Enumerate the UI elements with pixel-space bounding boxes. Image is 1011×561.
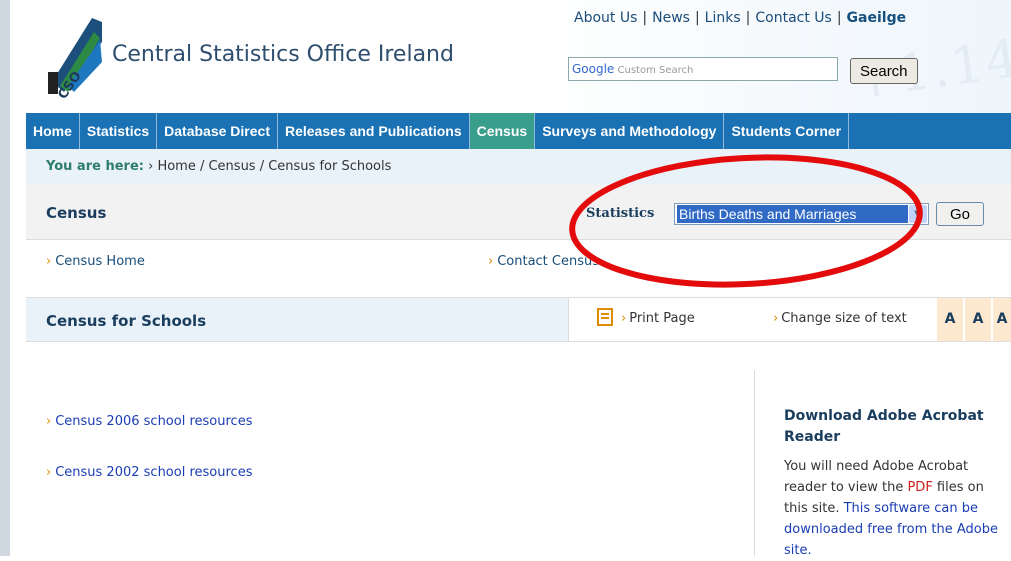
text-size-large-button[interactable]: A xyxy=(993,298,1011,341)
nav-item-census[interactable]: Census xyxy=(469,113,536,149)
breadcrumb-path[interactable]: › Home / Census / Census for Schools xyxy=(148,159,391,174)
sublinks-row: › Census Home › Contact Census xyxy=(26,240,1011,298)
print-icon[interactable] xyxy=(597,308,613,326)
top-link-news[interactable]: News xyxy=(652,10,690,26)
go-button[interactable]: Go xyxy=(936,202,984,226)
change-size-label: › Change size of text xyxy=(773,311,907,326)
google-brand-text: Google xyxy=(572,62,615,76)
nav-item-surveys-methodology[interactable]: Surveys and Methodology xyxy=(535,113,725,149)
chevron-right-icon: › xyxy=(488,254,494,269)
main-nav: Home Statistics Database Direct Releases… xyxy=(26,113,1011,149)
site-title[interactable]: Central Statistics Office Ireland xyxy=(112,42,454,67)
chevron-down-icon[interactable]: ▼ xyxy=(909,205,927,223)
content-link-label: Census 2006 school resources xyxy=(55,414,253,429)
search-placeholder: Custom Search xyxy=(617,65,694,76)
section-bar: Census Statistics Births Deaths and Marr… xyxy=(26,185,1011,240)
separator: | xyxy=(745,9,751,26)
chevron-right-icon: › xyxy=(773,311,779,326)
nav-item-statistics[interactable]: Statistics xyxy=(80,113,158,149)
cso-logo-icon[interactable]: CSO xyxy=(44,12,106,98)
print-page-area[interactable]: › Print Page xyxy=(568,298,756,341)
sublink-label: Contact Census xyxy=(497,254,600,269)
page-title: Census for Schools xyxy=(46,312,207,330)
top-links: About Us | News | Links | Contact Us | G… xyxy=(568,0,1011,35)
nav-item-home[interactable]: Home xyxy=(26,113,80,149)
breadcrumb: You are here: › Home / Census / Census f… xyxy=(26,149,1011,185)
top-link-about-us[interactable]: About Us xyxy=(574,10,637,26)
sublink-census-home[interactable]: › Census Home xyxy=(46,254,145,269)
page: +1.14 CSO Central Statistics Office Irel… xyxy=(26,0,1011,558)
search-area: Google Custom Search Search xyxy=(568,57,918,84)
separator: | xyxy=(836,9,842,26)
text-size-small-button[interactable]: A xyxy=(937,298,963,341)
nav-item-students-corner[interactable]: Students Corner xyxy=(724,113,850,149)
search-input[interactable]: Google Custom Search xyxy=(568,57,838,81)
chevron-right-icon: › xyxy=(621,311,627,326)
content-divider xyxy=(754,370,755,556)
nav-item-releases-publications[interactable]: Releases and Publications xyxy=(278,113,470,149)
content-link-label: Census 2002 school resources xyxy=(55,465,253,480)
left-edge-strip xyxy=(0,0,10,556)
sublink-label: Census Home xyxy=(55,254,145,269)
sidebar-title: Download Adobe Acrobat Reader xyxy=(784,408,984,445)
pdf-link[interactable]: PDF xyxy=(907,480,932,495)
page-title-bar: Census for Schools › Print Page › Change s… xyxy=(26,298,1011,342)
sidebar-text: You will need Adobe Acrobat reader to vi… xyxy=(784,456,1011,561)
change-size-text: Change size of text xyxy=(781,311,907,326)
statistics-select[interactable]: Births Deaths and Marriages ▼ xyxy=(674,203,929,225)
section-title: Census xyxy=(46,204,107,222)
top-link-links[interactable]: Links xyxy=(705,10,741,26)
chevron-right-icon: › xyxy=(46,414,52,429)
separator: | xyxy=(694,9,700,26)
chevron-right-icon: › xyxy=(46,465,52,480)
top-link-gaeilge[interactable]: Gaeilge xyxy=(847,10,907,26)
sublink-contact-census[interactable]: › Contact Census xyxy=(488,254,599,269)
text-size-area: › Change size of text A A A xyxy=(755,298,1011,341)
breadcrumb-label: You are here: xyxy=(46,159,144,174)
separator: | xyxy=(642,9,648,26)
top-link-contact-us[interactable]: Contact Us xyxy=(755,10,831,26)
search-button[interactable]: Search xyxy=(850,58,918,84)
print-page-link[interactable]: › Print Page xyxy=(621,311,695,326)
nav-item-database-direct[interactable]: Database Direct xyxy=(157,113,278,149)
header: +1.14 CSO Central Statistics Office Irel… xyxy=(26,0,1011,113)
text-size-medium-button[interactable]: A xyxy=(965,298,991,341)
statistics-selected-value: Births Deaths and Marriages xyxy=(677,205,908,223)
chevron-right-icon: › xyxy=(46,254,52,269)
print-page-label: Print Page xyxy=(629,311,695,326)
statistics-label: Statistics xyxy=(586,206,655,221)
content-link-census-2002[interactable]: › Census 2002 school resources xyxy=(46,465,252,480)
content-link-census-2006[interactable]: › Census 2006 school resources xyxy=(46,414,252,429)
